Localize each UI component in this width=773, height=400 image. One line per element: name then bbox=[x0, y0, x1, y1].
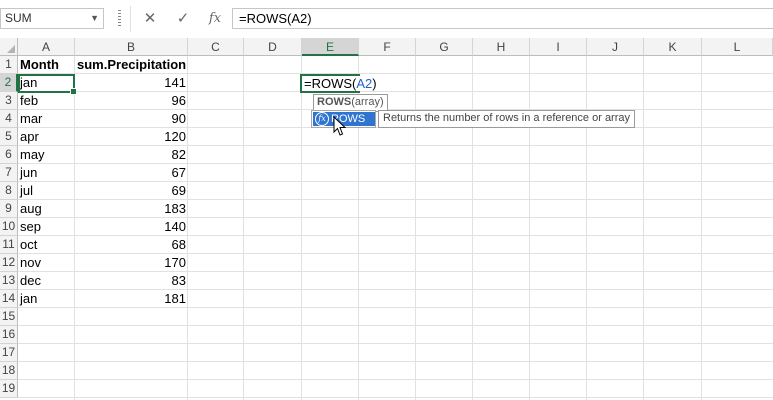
row-header-15[interactable]: 15 bbox=[0, 308, 18, 326]
row-header-5[interactable]: 5 bbox=[0, 128, 18, 146]
precipitation-cell[interactable]: 183 bbox=[75, 200, 188, 218]
month-cell[interactable]: mar bbox=[18, 110, 77, 128]
row-header-12[interactable]: 12 bbox=[0, 254, 18, 272]
name-box-value: SUM bbox=[5, 11, 32, 25]
column-header-d[interactable]: D bbox=[244, 38, 302, 56]
formula-suffix: ) bbox=[372, 76, 377, 91]
month-cell[interactable]: jan bbox=[18, 290, 77, 308]
row-header-6[interactable]: 6 bbox=[0, 146, 18, 164]
grid-line bbox=[586, 56, 587, 400]
precipitation-cell[interactable]: 90 bbox=[75, 110, 188, 128]
grip-handle-icon[interactable] bbox=[118, 10, 121, 28]
month-cell[interactable]: nov bbox=[18, 254, 77, 272]
header-cell-precipitation[interactable]: sum.Precipitation bbox=[75, 56, 190, 74]
insert-function-button[interactable]: fx bbox=[202, 8, 228, 29]
row-header-7[interactable]: 7 bbox=[0, 164, 18, 182]
precipitation-cell[interactable]: 67 bbox=[75, 164, 188, 182]
grid-line bbox=[472, 56, 473, 400]
row-header-18[interactable]: 18 bbox=[0, 362, 18, 380]
month-cell[interactable]: aug bbox=[18, 200, 77, 218]
row-header-2[interactable]: 2 bbox=[0, 74, 18, 92]
month-cell[interactable]: sep bbox=[18, 218, 77, 236]
precipitation-cell[interactable]: 69 bbox=[75, 182, 188, 200]
row-header-9[interactable]: 9 bbox=[0, 200, 18, 218]
column-header-i[interactable]: I bbox=[530, 38, 587, 56]
function-icon: fx bbox=[315, 112, 329, 126]
row-header-3[interactable]: 3 bbox=[0, 92, 18, 110]
column-header-c[interactable]: C bbox=[188, 38, 244, 56]
row-header-1[interactable]: 1 bbox=[0, 56, 18, 74]
precipitation-cell[interactable]: 68 bbox=[75, 236, 188, 254]
name-box[interactable]: SUM ▼ bbox=[0, 8, 104, 29]
row-header-4[interactable]: 4 bbox=[0, 110, 18, 128]
grid-line bbox=[18, 343, 773, 344]
formula-prefix: =ROWS( bbox=[304, 76, 357, 91]
selected-cell-outline bbox=[18, 74, 77, 95]
row-header-11[interactable]: 11 bbox=[0, 236, 18, 254]
row-header-16[interactable]: 16 bbox=[0, 326, 18, 344]
grid-line bbox=[529, 56, 530, 400]
column-header-k[interactable]: K bbox=[644, 38, 702, 56]
row-header-14[interactable]: 14 bbox=[0, 290, 18, 308]
row-header-13[interactable]: 13 bbox=[0, 272, 18, 290]
divider bbox=[130, 6, 131, 32]
precipitation-cell[interactable]: 96 bbox=[75, 92, 188, 110]
precipitation-cell[interactable]: 141 bbox=[75, 74, 188, 92]
precipitation-cell[interactable]: 140 bbox=[75, 218, 188, 236]
month-cell[interactable]: apr bbox=[18, 128, 77, 146]
formula-bar-row: SUM ▼ ✕ ✓ fx =ROWS(A2) bbox=[0, 0, 773, 38]
column-header-l[interactable]: L bbox=[702, 38, 773, 56]
column-header-a[interactable]: A bbox=[18, 38, 75, 56]
precipitation-cell[interactable]: 83 bbox=[75, 272, 188, 290]
autocomplete-description: Returns the number of rows in a referenc… bbox=[378, 110, 636, 128]
header-cell-month[interactable]: Month bbox=[18, 56, 77, 74]
month-cell[interactable]: jul bbox=[18, 182, 77, 200]
precipitation-cell[interactable]: 170 bbox=[75, 254, 188, 272]
grid-line bbox=[18, 325, 773, 326]
grid-line bbox=[18, 379, 773, 380]
month-cell[interactable]: dec bbox=[18, 272, 77, 290]
row-header-10[interactable]: 10 bbox=[0, 218, 18, 236]
grid-line bbox=[18, 361, 773, 362]
grid-line bbox=[415, 56, 416, 400]
column-header-b[interactable]: B bbox=[75, 38, 188, 56]
month-cell[interactable]: jun bbox=[18, 164, 77, 182]
row-header-17[interactable]: 17 bbox=[0, 344, 18, 362]
precipitation-cell[interactable]: 120 bbox=[75, 128, 188, 146]
editing-cell-e2[interactable]: =ROWS(A2) bbox=[300, 74, 377, 93]
column-header-j[interactable]: J bbox=[587, 38, 644, 56]
grid-line bbox=[301, 56, 302, 400]
month-cell[interactable]: oct bbox=[18, 236, 77, 254]
tooltip-arguments: (array) bbox=[351, 96, 384, 108]
chevron-down-icon[interactable]: ▼ bbox=[90, 9, 99, 28]
precipitation-cell[interactable]: 82 bbox=[75, 146, 188, 164]
formula-reference: A2 bbox=[356, 76, 373, 91]
row-header-19[interactable]: 19 bbox=[0, 380, 18, 398]
month-cell[interactable]: feb bbox=[18, 92, 77, 110]
column-header-g[interactable]: G bbox=[416, 38, 473, 56]
grid-line bbox=[701, 56, 702, 400]
mouse-pointer-icon bbox=[333, 116, 347, 136]
column-header-f[interactable]: F bbox=[359, 38, 416, 56]
row-header-8[interactable]: 8 bbox=[0, 182, 18, 200]
month-cell[interactable]: may bbox=[18, 146, 77, 164]
enter-button[interactable]: ✓ bbox=[170, 8, 196, 29]
fill-handle[interactable] bbox=[70, 88, 77, 95]
select-all-button[interactable] bbox=[0, 38, 18, 56]
grid-line bbox=[18, 397, 773, 398]
grid-line bbox=[643, 56, 644, 400]
grid-line bbox=[243, 56, 244, 400]
column-header-h[interactable]: H bbox=[473, 38, 530, 56]
spreadsheet-grid[interactable]: A B C D E F G H I J K L 1 2 3 4 5 6 7 8 9 10 11 12 13 14 15 16 17 18 1… bbox=[0, 38, 773, 400]
precipitation-cell[interactable]: 181 bbox=[75, 290, 188, 308]
cancel-button[interactable]: ✕ bbox=[137, 8, 163, 29]
formula-input[interactable]: =ROWS(A2) bbox=[232, 8, 773, 29]
column-header-e[interactable]: E bbox=[302, 38, 359, 56]
tooltip-function-name: ROWS bbox=[317, 96, 352, 108]
